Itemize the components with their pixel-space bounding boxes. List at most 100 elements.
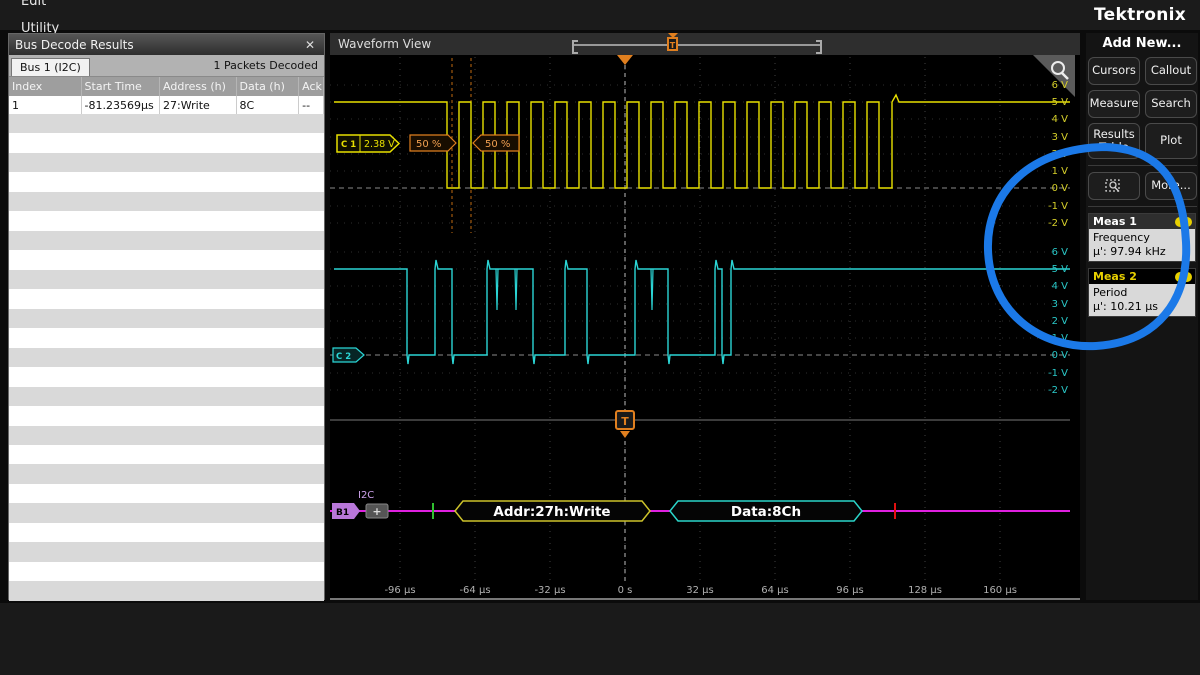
empty-row — [9, 484, 324, 503]
time-label: 32 µs — [686, 585, 713, 596]
empty-row — [9, 542, 324, 561]
empty-row — [9, 581, 324, 600]
empty-row — [9, 309, 324, 328]
slider-trigger-marker[interactable]: T — [667, 37, 678, 51]
results-table-button[interactable]: Results Table — [1088, 123, 1140, 159]
time-label: 160 µs — [983, 585, 1017, 596]
bus1-name-label: I2C — [358, 490, 374, 501]
time-label: 96 µs — [836, 585, 863, 596]
time-label: -96 µs — [384, 585, 415, 596]
ch2-glitch-dip — [651, 269, 653, 310]
results-table-body: 1-81.23569µs27:Write8C-- — [9, 96, 324, 115]
voltage-axis-labels: 6 V5 V4 V3 V2 V1 V0 V-1 V-2 V6 V5 V4 V3 … — [1048, 80, 1068, 396]
slider-left-bracket — [572, 40, 578, 54]
waveform-view-panel: Waveform View T T — [330, 33, 1080, 600]
empty-row — [9, 289, 324, 308]
ch2-badge-label: C 2 — [336, 352, 351, 362]
i2c-data-decode-text: Data:8Ch — [731, 504, 801, 520]
empty-row — [9, 192, 324, 211]
ch2-y-label: 1 V — [1052, 333, 1069, 344]
table-cell: -- — [299, 96, 324, 115]
bus-decode-results-panel: Bus Decode Results ✕ Bus 1 (I2C) 1 Packe… — [8, 33, 325, 600]
time-label: 128 µs — [908, 585, 942, 596]
time-label: 64 µs — [761, 585, 788, 596]
zoom-box-button[interactable] — [1088, 172, 1140, 200]
measurement-badge[interactable]: Meas 1 1 Frequencyµ': 97.94 kHz — [1088, 213, 1196, 262]
trigger-arrow-icon[interactable] — [617, 55, 633, 65]
ch1-y-label: 1 V — [1052, 166, 1069, 177]
results-table-empty-rows — [9, 114, 324, 599]
measurement-type: Frequency — [1093, 231, 1191, 245]
trigger-t-label: T — [621, 415, 629, 428]
results-tab-row: Bus 1 (I2C) 1 Packets Decoded — [9, 55, 324, 77]
time-label: -64 µs — [459, 585, 490, 596]
measurement-count-badge: 1 — [1175, 217, 1192, 227]
empty-row — [9, 114, 324, 133]
empty-row — [9, 387, 324, 406]
empty-row — [9, 406, 324, 425]
tektronix-logo: Tektronix — [1094, 5, 1186, 25]
column-header: Address (h) — [160, 77, 237, 96]
cursors-button[interactable]: Cursors — [1088, 57, 1140, 85]
column-header: Data (h) — [237, 77, 300, 96]
measurement-header: Meas 1 1 — [1089, 214, 1195, 229]
ch2-y-label: 5 V — [1052, 264, 1069, 275]
ch2-y-label: -1 V — [1048, 368, 1068, 379]
more-button[interactable]: More... — [1145, 172, 1197, 200]
ch2-glitch-dip — [496, 269, 498, 310]
callout-button[interactable]: Callout — [1145, 57, 1197, 85]
add-new-title: Add New... — [1086, 33, 1198, 55]
empty-row — [9, 367, 324, 386]
ch2-y-label: 2 V — [1052, 316, 1069, 327]
add-new-secondary-group: More... — [1088, 165, 1197, 207]
table-row[interactable]: 1-81.23569µs27:Write8C-- — [9, 96, 324, 115]
time-label: 0 s — [618, 585, 633, 596]
time-axis-labels: -96 µs -64 µs -32 µs 0 s 32 µs 64 µs 96 µs 128 … — [384, 585, 1016, 596]
table-cell: 1 — [9, 96, 82, 115]
packets-decoded-count: 1 Packets Decoded — [214, 59, 324, 72]
search-button[interactable]: Search — [1145, 90, 1197, 118]
empty-row — [9, 562, 324, 581]
empty-row — [9, 328, 324, 347]
empty-row — [9, 211, 324, 230]
measure-button[interactable]: Measure — [1088, 90, 1140, 118]
measurement-name: Meas 1 — [1089, 215, 1137, 228]
horizontal-pan-slider[interactable]: T — [574, 41, 820, 49]
empty-row — [9, 250, 324, 269]
measurement-badge[interactable]: Meas 21Periodµ': 10.21 µs — [1088, 268, 1196, 317]
close-icon[interactable]: ✕ — [302, 38, 318, 52]
trigger-t-arrow-icon — [620, 431, 630, 438]
zoom-box-icon — [1104, 178, 1124, 194]
ch1-badge-label: C 1 — [341, 140, 356, 150]
empty-row — [9, 523, 324, 542]
slider-track[interactable] — [574, 44, 820, 46]
ch1-y-label: 0 V — [1052, 183, 1069, 194]
cursor-b-value: 50 % — [485, 139, 510, 150]
tab-bus1-i2c[interactable]: Bus 1 (I2C) — [11, 58, 90, 76]
menu-edit[interactable]: Edit — [0, 0, 80, 15]
column-header: Index — [9, 77, 82, 96]
measurement-value: µ': 10.21 µs — [1093, 300, 1191, 314]
ch2-glitch-dip — [515, 269, 517, 310]
empty-row — [9, 426, 324, 445]
empty-row — [9, 153, 324, 172]
empty-row — [9, 231, 324, 250]
results-table-header: IndexStart TimeAddress (h)Data (h)Ack ( — [9, 77, 324, 96]
measurement-value: µ': 97.94 kHz — [1093, 245, 1191, 259]
empty-row — [9, 348, 324, 367]
waveform-plot[interactable]: T C 1 2.38 V 50 % 50 % C 2 Addr:27h:Writ… — [330, 55, 1080, 600]
plot-button[interactable]: Plot — [1145, 123, 1197, 159]
measurement-body: Frequencyµ': 97.94 kHz — [1089, 229, 1195, 261]
ch1-y-label: -1 V — [1048, 201, 1068, 212]
results-title-bar[interactable]: Bus Decode Results ✕ — [9, 34, 324, 55]
measurement-badges: Meas 1 1 Frequencyµ': 97.94 kHz Meas 21Peri… — [1086, 213, 1198, 317]
ch1-y-label: 3 V — [1052, 132, 1069, 143]
slider-right-bracket — [816, 40, 822, 54]
ch2-y-label: 4 V — [1052, 281, 1069, 292]
results-title: Bus Decode Results — [15, 38, 134, 52]
oscilloscope-app: FileEditUtilityHelp Tektronix Bus Decode… — [0, 0, 1200, 675]
time-label: -32 µs — [534, 585, 565, 596]
measurement-name: Meas 2 — [1089, 270, 1137, 283]
ch1-y-label: -2 V — [1048, 218, 1068, 229]
measurement-body: Periodµ': 10.21 µs — [1089, 284, 1195, 316]
